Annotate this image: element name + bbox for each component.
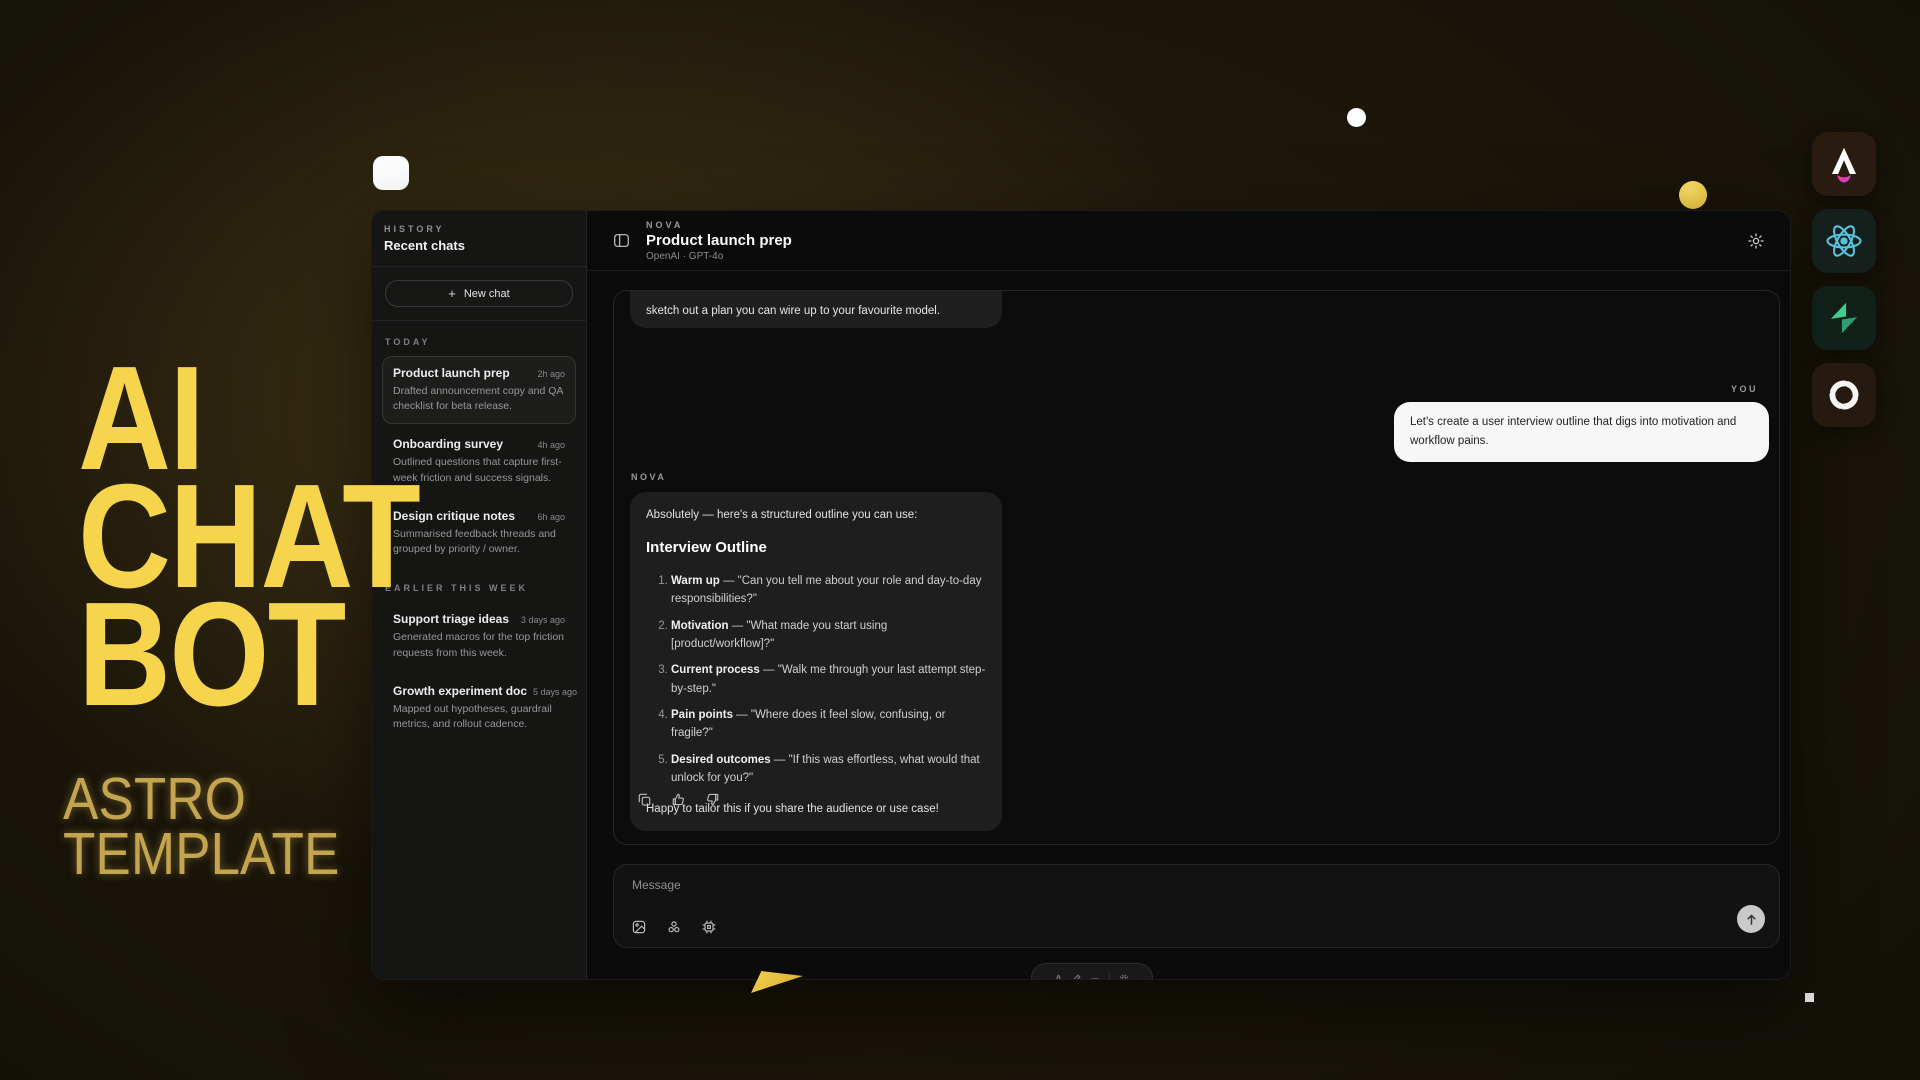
chat-header: NOVA Product launch prep OpenAI · GPT-4o — [587, 211, 1790, 271]
palette-icon — [667, 920, 681, 934]
supabase-logo — [1812, 286, 1876, 350]
chat-preview: Generated macros for the top friction re… — [393, 630, 565, 660]
minus-icon[interactable] — [1090, 974, 1100, 980]
image-icon — [632, 920, 646, 934]
theme-toggle-button[interactable] — [1746, 231, 1766, 251]
assistant-intro: Absolutely — here's a structured outline… — [646, 507, 986, 524]
chat-preview: Drafted announcement copy and QA checkli… — [393, 384, 565, 414]
supabase-logo-icon — [1823, 297, 1865, 339]
list-item: Desired outcomes — "If this was effortle… — [671, 751, 986, 788]
chat-timestamp: 5 days ago — [533, 687, 577, 697]
plus-icon: + — [448, 287, 456, 300]
message-composer — [613, 864, 1780, 948]
chat-app-window: HISTORY Recent chats + New chat TODAY Pr… — [371, 210, 1791, 980]
list-item: Current process — "Walk me through your … — [671, 661, 986, 698]
floating-toolbar-clipped: A — [1031, 963, 1153, 980]
thumbs-down-icon — [706, 793, 719, 806]
model-settings-button[interactable] — [700, 918, 718, 936]
history-label: HISTORY — [384, 224, 574, 234]
sidebar-item-growth-experiment-doc[interactable]: Growth experiment doc 5 days ago Mapped … — [382, 674, 576, 742]
interview-outline-list: Warm up — "Can you tell me about your ro… — [646, 572, 986, 788]
chat-timestamp: 3 days ago — [521, 615, 565, 625]
hero-title-line-3: BOT — [78, 581, 345, 729]
copy-button[interactable] — [636, 791, 653, 808]
thumbs-up-button[interactable] — [670, 791, 687, 808]
model-label: OpenAI · GPT-4o — [646, 251, 792, 262]
thumbs-down-button[interactable] — [704, 791, 721, 808]
chat-title: Product launch prep — [393, 366, 510, 380]
chat-timestamp: 4h ago — [537, 440, 565, 450]
nova-label: NOVA — [631, 472, 666, 482]
composer-toolbar — [630, 918, 718, 936]
react-logo-icon — [1822, 219, 1866, 263]
decor-yellow-dot — [1679, 181, 1707, 209]
astro-logo-icon — [1823, 143, 1865, 185]
chat-timestamp: 6h ago — [537, 512, 565, 522]
copy-icon — [638, 793, 651, 806]
sidebar-toggle-button[interactable] — [611, 230, 632, 251]
palette-button[interactable] — [665, 918, 683, 936]
assistant-heading: Interview Outline — [646, 537, 986, 560]
hero-subtitle-line-2: TEMPLATE — [63, 825, 339, 884]
new-chat-button[interactable]: + New chat — [385, 280, 573, 307]
you-label: YOU — [1731, 384, 1758, 394]
user-message-bubble: Let's create a user interview outline th… — [1394, 402, 1769, 462]
openai-logo-icon — [1823, 374, 1865, 416]
decor-white-dot — [1347, 108, 1366, 127]
thumbs-up-icon — [672, 793, 685, 806]
gear-icon[interactable] — [1119, 974, 1129, 980]
page-title: Product launch prep — [646, 232, 792, 249]
chat-main-area: NOVA Product launch prep OpenAI · GPT-4o — [587, 211, 1790, 979]
section-label-today: TODAY — [385, 337, 573, 347]
sidebar-divider — [372, 320, 586, 321]
decor-white-rounded-square — [373, 156, 409, 190]
sidebar-title: Recent chats — [384, 238, 574, 253]
decor-tiny-white-square — [1805, 993, 1814, 1002]
assistant-message-partial: sketch out a plan you can wire up to you… — [630, 291, 1002, 328]
chat-preview: Mapped out hypotheses, guardrail metrics… — [393, 702, 565, 732]
assistant-name-label: NOVA — [646, 220, 792, 230]
sidebar-item-product-launch-prep[interactable]: Product launch prep 2h ago Drafted annou… — [382, 356, 576, 424]
assistant-message-bubble: Absolutely — here's a structured outline… — [630, 492, 1002, 831]
text-tool-icon[interactable]: A — [1055, 974, 1062, 981]
chat-title: Onboarding survey — [393, 437, 503, 451]
panel-left-icon — [613, 232, 630, 249]
list-item: Pain points — "Where does it feel slow, … — [671, 706, 986, 743]
cpu-icon — [702, 920, 716, 934]
openai-logo — [1812, 363, 1876, 427]
astro-logo — [1812, 132, 1876, 196]
send-arrow-icon — [1745, 913, 1758, 926]
hero-background: AI CHAT BOT ASTRO TEMPLATE HISTORY Recen… — [0, 0, 1920, 1080]
chat-timestamp: 2h ago — [537, 369, 565, 379]
chat-title: Growth experiment doc — [393, 684, 527, 698]
sidebar-divider — [372, 266, 586, 267]
message-action-bar — [636, 791, 721, 808]
new-chat-label: New chat — [464, 288, 510, 300]
message-thread-panel[interactable]: sketch out a plan you can wire up to you… — [613, 290, 1780, 845]
message-input[interactable] — [630, 876, 1684, 912]
sun-icon — [1748, 233, 1764, 249]
react-logo — [1812, 209, 1876, 273]
tech-stack-rail — [1812, 132, 1876, 427]
send-button[interactable] — [1737, 905, 1765, 933]
toolbar-divider — [1109, 973, 1110, 980]
attach-image-button[interactable] — [630, 918, 648, 936]
list-item: Motivation — "What made you start using … — [671, 617, 986, 654]
list-item: Warm up — "Can you tell me about your ro… — [671, 572, 986, 609]
pen-icon[interactable] — [1071, 974, 1081, 980]
